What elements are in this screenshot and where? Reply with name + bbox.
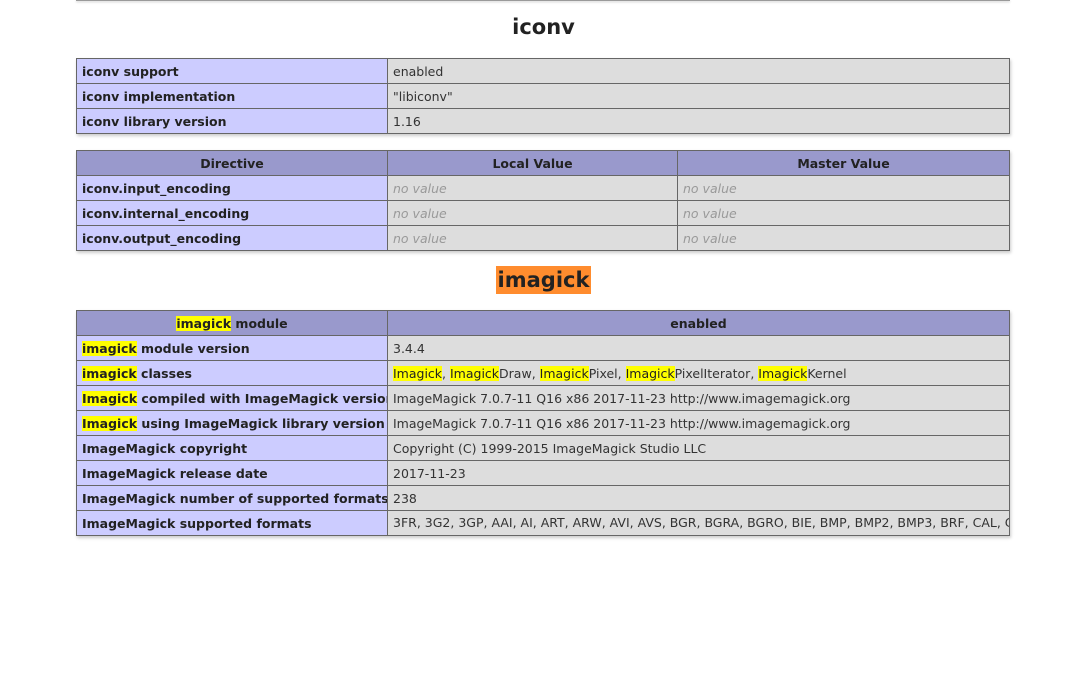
compiled-version-label: Imagick compiled with ImageMagick versio… [76,385,388,411]
table-row: iconv.output_encoding no value no value [76,225,1010,251]
header-label: module [231,315,288,331]
table-row: iconv support enabled [76,58,1010,84]
table-row: iconv implementation "libiconv" [76,83,1010,109]
copyright-value: Copyright (C) 1999-2015 ImageMagick Stud… [387,435,1010,461]
table-row: iconv library version 1.16 [76,108,1010,134]
imagick-info-table: imagick module enabled imagick module ve… [76,310,1010,536]
no-value-text: no value [393,205,447,221]
release-date-label: ImageMagick release date [76,460,388,486]
supported-formats-label: ImageMagick supported formats [76,510,388,536]
table-row: iconv.internal_encoding no value no valu… [76,200,1010,226]
module-version-label: imagick module version [76,335,388,361]
table-row: imagick module version 3.4.4 [76,335,1010,361]
label-text: module version [136,340,250,356]
classes-label: imagick classes [76,360,388,386]
iconv-support-label: iconv support [76,58,388,84]
supported-formats-value: 3FR, 3G2, 3GP, AAI, AI, ART, ARW, AVI, A… [387,510,1010,536]
directive-column-header: Directive [76,150,388,176]
iconv-directives-table: Directive Local Value Master Value iconv… [76,150,1010,251]
search-highlight: imagick [82,340,137,356]
separator: , [442,365,450,381]
search-highlight: Imagick [82,415,138,431]
imagick-module-header: imagick module [76,310,388,336]
library-version-label: Imagick using ImageMagick library versio… [76,410,388,436]
no-value-text: no value [393,180,447,196]
classes-value: Imagick, ImagickDraw, ImagickPixel, Imag… [387,360,1010,386]
no-value-text: no value [683,205,737,221]
class-suffix: Kernel [807,365,847,381]
label-text: using ImageMagick library version [137,415,385,431]
table-row: Imagick using ImageMagick library versio… [76,410,1010,436]
directive-name: iconv.output_encoding [76,225,388,251]
master-value-column-header: Master Value [677,150,1010,176]
iconv-info-table: iconv support enabled iconv implementati… [76,58,1010,134]
library-version-value: ImageMagick 7.0.7-11 Q16 x86 2017-11-23 … [387,410,1010,436]
table-row: ImageMagick number of supported formats:… [76,485,1010,511]
directive-name: iconv.internal_encoding [76,200,388,226]
table-row: ImageMagick copyright Copyright (C) 1999… [76,435,1010,461]
label-text: compiled with ImageMagick version [137,390,388,406]
table-header-row: imagick module enabled [76,310,1010,336]
table-row: iconv.input_encoding no value no value [76,175,1010,201]
search-highlight: Imagick [450,365,500,381]
imagick-title-wrap: imagick [0,266,1087,294]
local-value: no value [387,225,678,251]
separator: , [617,365,626,381]
module-version-value: 3.4.4 [387,335,1010,361]
iconv-section-title: iconv [512,15,575,39]
class-suffix: PixelIterator [674,365,751,381]
search-highlight: Imagick [393,365,443,381]
iconv-support-value: enabled [387,58,1010,84]
previous-table-bottom-edge [76,0,1010,1]
num-formats-label: ImageMagick number of supported formats: [76,485,388,511]
table-row: ImageMagick supported formats 3FR, 3G2, … [76,510,1010,536]
no-value-text: no value [683,230,737,246]
num-formats-value: 238 [387,485,1010,511]
search-highlight: imagick [176,315,232,331]
class-suffix: Draw [499,365,532,381]
iconv-implementation-label: iconv implementation [76,83,388,109]
table-row: Imagick compiled with ImageMagick versio… [76,385,1010,411]
table-row: ImageMagick release date 2017-11-23 [76,460,1010,486]
search-highlight: Imagick [625,365,675,381]
search-highlight: Imagick [82,390,138,406]
iconv-implementation-value: "libiconv" [387,83,1010,109]
iconv-library-version-value: 1.16 [387,108,1010,134]
class-suffix: Pixel [588,365,618,381]
imagick-section-title: imagick [495,266,592,294]
table-header-row: Directive Local Value Master Value [76,150,1010,176]
iconv-library-version-label: iconv library version [76,108,388,134]
local-value: no value [387,200,678,226]
directive-name: iconv.input_encoding [76,175,388,201]
no-value-text: no value [683,180,737,196]
search-highlight: Imagick [539,365,589,381]
copyright-label: ImageMagick copyright [76,435,388,461]
master-value: no value [677,200,1010,226]
release-date-value: 2017-11-23 [387,460,1010,486]
no-value-text: no value [393,230,447,246]
imagick-enabled-header: enabled [387,310,1010,336]
search-highlight: imagick [82,365,137,381]
separator: , [531,365,540,381]
search-highlight: Imagick [758,365,808,381]
local-value-column-header: Local Value [387,150,678,176]
compiled-version-value: ImageMagick 7.0.7-11 Q16 x86 2017-11-23 … [387,385,1010,411]
table-row: imagick classes Imagick, ImagickDraw, Im… [76,360,1010,386]
label-text: classes [136,365,192,381]
master-value: no value [677,225,1010,251]
master-value: no value [677,175,1010,201]
local-value: no value [387,175,678,201]
